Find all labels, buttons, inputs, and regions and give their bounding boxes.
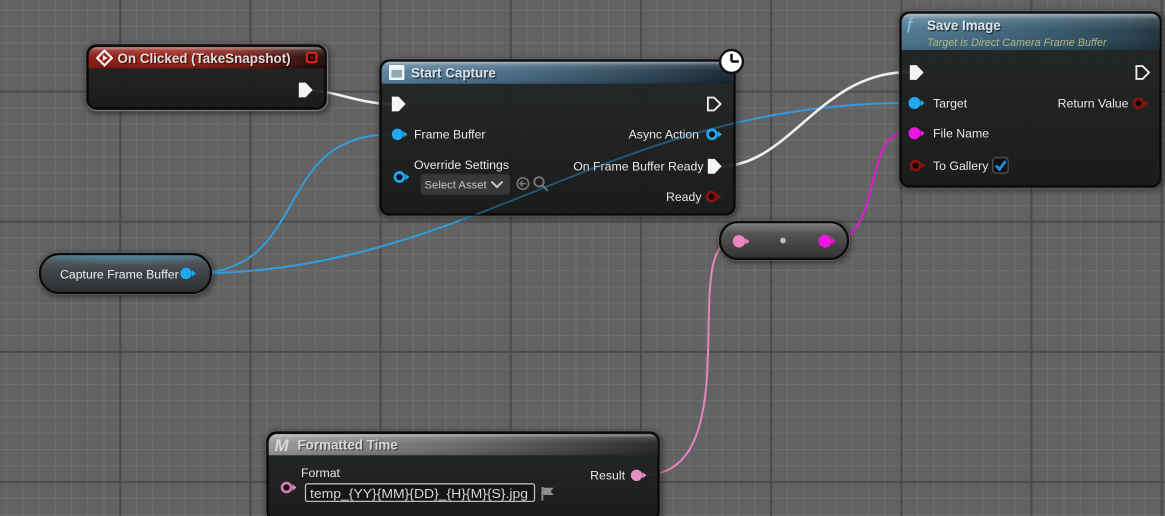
svg-text:On Clicked (TakeSnapshot): On Clicked (TakeSnapshot) bbox=[118, 51, 291, 66]
svg-text:temp_{YY}{MM}{DD}_{H}{M}{S}.jp: temp_{YY}{MM}{DD}_{H}{M}{S}.jpg bbox=[310, 486, 528, 501]
svg-text:Target is Direct Camera Frame: Target is Direct Camera Frame Buffer bbox=[927, 37, 1107, 49]
svg-text:M: M bbox=[275, 436, 290, 455]
svg-text:Save Image: Save Image bbox=[927, 18, 1001, 33]
svg-text:Start Capture: Start Capture bbox=[411, 66, 496, 81]
svg-text:Capture Frame Buffer: Capture Frame Buffer bbox=[60, 267, 179, 281]
svg-text:Target: Target bbox=[933, 96, 968, 110]
svg-text:Formatted Time: Formatted Time bbox=[298, 437, 398, 452]
svg-text:Override Settings: Override Settings bbox=[414, 158, 509, 172]
svg-text:Result: Result bbox=[590, 469, 625, 483]
svg-text:Format: Format bbox=[301, 466, 341, 480]
svg-text:Frame Buffer: Frame Buffer bbox=[414, 128, 486, 142]
svg-text:Select Asset: Select Asset bbox=[425, 179, 488, 191]
svg-text:Return Value: Return Value bbox=[1058, 97, 1129, 111]
svg-text:Ready: Ready bbox=[666, 190, 702, 204]
svg-text:To Gallery: To Gallery bbox=[933, 159, 989, 173]
svg-text:File Name: File Name bbox=[933, 127, 989, 141]
svg-text:On Frame Buffer Ready: On Frame Buffer Ready bbox=[573, 160, 704, 174]
